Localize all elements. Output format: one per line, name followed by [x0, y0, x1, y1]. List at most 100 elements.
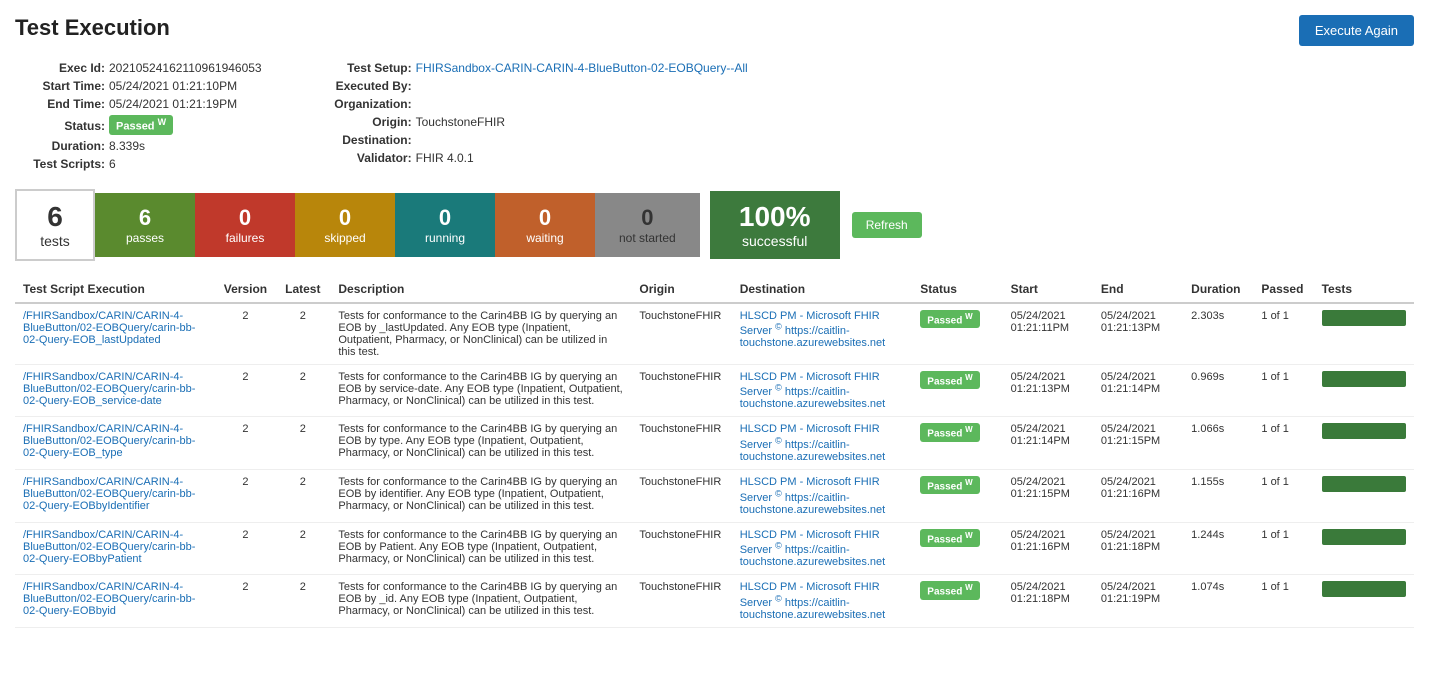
description-cell: Tests for conformance to the Carin4BB IG… [330, 575, 631, 628]
origin-cell: TouchstoneFHIR [631, 364, 731, 417]
executed-by-row: Executed By: [322, 79, 748, 93]
script-cell: /FHIRSandbox/CARIN/CARIN-4-BlueButton/02… [15, 469, 216, 522]
col-header-latest: Latest [275, 276, 330, 303]
destination-link[interactable]: HLSCD PM - Microsoft FHIR Server © https… [740, 476, 886, 516]
status-cell: Passed W [912, 417, 1002, 470]
origin-cell: TouchstoneFHIR [631, 469, 731, 522]
exec-id-row: Exec Id: 20210524162110961946053 [15, 61, 262, 75]
running-label: running [425, 231, 465, 245]
success-label: successful [732, 233, 818, 249]
table-row: /FHIRSandbox/CARIN/CARIN-4-BlueButton/02… [15, 575, 1414, 628]
duration-cell: 1.155s [1183, 469, 1253, 522]
duration-cell: 1.074s [1183, 575, 1253, 628]
start-cell: 05/24/202101:21:11PM [1003, 303, 1093, 365]
script-cell: /FHIRSandbox/CARIN/CARIN-4-BlueButton/02… [15, 417, 216, 470]
table-row: /FHIRSandbox/CARIN/CARIN-4-BlueButton/02… [15, 364, 1414, 417]
start-time-label: Start Time: [15, 79, 105, 93]
page-title: Test Execution [15, 15, 170, 41]
script-link[interactable]: /FHIRSandbox/CARIN/CARIN-4-BlueButton/02… [23, 581, 195, 617]
meta-section: Exec Id: 20210524162110961946053 Start T… [15, 61, 1414, 171]
success-box: 100% successful [710, 191, 840, 259]
description-cell: Tests for conformance to the Carin4BB IG… [330, 522, 631, 575]
status-cell: Passed W [912, 303, 1002, 365]
table-row: /FHIRSandbox/CARIN/CARIN-4-BlueButton/02… [15, 303, 1414, 365]
success-pct: 100% [732, 201, 818, 233]
exec-id-label: Exec Id: [15, 61, 105, 75]
latest-cell: 2 [275, 417, 330, 470]
script-link[interactable]: /FHIRSandbox/CARIN/CARIN-4-BlueButton/02… [23, 476, 195, 512]
start-cell: 05/24/202101:21:15PM [1003, 469, 1093, 522]
exec-id-value: 20210524162110961946053 [109, 61, 262, 75]
destination-link[interactable]: HLSCD PM - Microsoft FHIR Server © https… [740, 310, 886, 350]
table-row: /FHIRSandbox/CARIN/CARIN-4-BlueButton/02… [15, 417, 1414, 470]
test-scripts-label: Test Scripts: [15, 157, 105, 171]
latest-cell: 2 [275, 522, 330, 575]
refresh-button[interactable]: Refresh [852, 212, 922, 238]
table-header-row: Test Script Execution Version Latest Des… [15, 276, 1414, 303]
destination-link[interactable]: HLSCD PM - Microsoft FHIR Server © https… [740, 423, 886, 463]
waiting-box: 0 waiting [495, 193, 595, 257]
script-link[interactable]: /FHIRSandbox/CARIN/CARIN-4-BlueButton/02… [23, 529, 195, 565]
start-time-row: Start Time: 05/24/2021 01:21:10PM [15, 79, 262, 93]
status-cell: Passed W [912, 364, 1002, 417]
origin-row: Origin: TouchstoneFHIR [322, 115, 748, 129]
script-link[interactable]: /FHIRSandbox/CARIN/CARIN-4-BlueButton/02… [23, 310, 195, 346]
meta-left: Exec Id: 20210524162110961946053 Start T… [15, 61, 262, 171]
passed-cell: 1 of 1 [1253, 417, 1313, 470]
passed-cell: 1 of 1 [1253, 522, 1313, 575]
end-time-row: End Time: 05/24/2021 01:21:19PM [15, 97, 262, 111]
validator-label: Validator: [322, 151, 412, 165]
running-count: 0 [419, 205, 471, 231]
version-cell: 2 [216, 417, 276, 470]
script-link[interactable]: /FHIRSandbox/CARIN/CARIN-4-BlueButton/02… [23, 371, 195, 407]
col-header-destination: Destination [732, 276, 913, 303]
start-time-value: 05/24/2021 01:21:10PM [109, 79, 237, 93]
duration-cell: 0.969s [1183, 364, 1253, 417]
destination-link[interactable]: HLSCD PM - Microsoft FHIR Server © https… [740, 581, 886, 621]
failures-count: 0 [219, 205, 271, 231]
description-cell: Tests for conformance to the Carin4BB IG… [330, 417, 631, 470]
end-cell: 05/24/202101:21:19PM [1093, 575, 1183, 628]
col-header-passed: Passed [1253, 276, 1313, 303]
summary-bar: 6 tests 6 passes 0 failures 0 skipped 0 … [15, 189, 1414, 261]
test-setup-label: Test Setup: [322, 61, 412, 75]
destination-link[interactable]: HLSCD PM - Microsoft FHIR Server © https… [740, 529, 886, 569]
start-cell: 05/24/202101:21:16PM [1003, 522, 1093, 575]
progress-bar-fill [1322, 581, 1406, 597]
destination-row: Destination: [322, 133, 748, 147]
passed-badge: Passed W [920, 371, 979, 389]
progress-bar [1322, 310, 1406, 326]
skipped-count: 0 [319, 205, 371, 231]
passes-count: 6 [119, 205, 171, 231]
execute-again-button[interactable]: Execute Again [1299, 15, 1414, 46]
col-header-version: Version [216, 276, 276, 303]
status-label: Status: [15, 119, 105, 133]
destination-cell: HLSCD PM - Microsoft FHIR Server © https… [732, 575, 913, 628]
col-header-description: Description [330, 276, 631, 303]
test-setup-link[interactable]: FHIRSandbox-CARIN-CARIN-4-BlueButton-02-… [416, 61, 748, 75]
status-row: Status: Passed W [15, 115, 262, 135]
start-cell: 05/24/202101:21:13PM [1003, 364, 1093, 417]
not-started-count: 0 [619, 205, 676, 231]
test-scripts-row: Test Scripts: 6 [15, 157, 262, 171]
destination-link[interactable]: HLSCD PM - Microsoft FHIR Server © https… [740, 371, 886, 411]
latest-cell: 2 [275, 303, 330, 365]
tests-cell [1314, 364, 1414, 417]
script-cell: /FHIRSandbox/CARIN/CARIN-4-BlueButton/02… [15, 364, 216, 417]
origin-cell: TouchstoneFHIR [631, 522, 731, 575]
description-cell: Tests for conformance to the Carin4BB IG… [330, 469, 631, 522]
progress-bar [1322, 423, 1406, 439]
waiting-count: 0 [519, 205, 571, 231]
status-cell: Passed W [912, 575, 1002, 628]
tests-cell [1314, 469, 1414, 522]
destination-cell: HLSCD PM - Microsoft FHIR Server © https… [732, 303, 913, 365]
col-header-status: Status [912, 276, 1002, 303]
failures-box: 0 failures [195, 193, 295, 257]
script-link[interactable]: /FHIRSandbox/CARIN/CARIN-4-BlueButton/02… [23, 423, 195, 459]
status-badge: Passed W [109, 115, 173, 135]
progress-bar [1322, 476, 1406, 492]
passed-badge: Passed W [920, 310, 979, 328]
passed-cell: 1 of 1 [1253, 469, 1313, 522]
status-cell: Passed W [912, 522, 1002, 575]
progress-bar [1322, 371, 1406, 387]
